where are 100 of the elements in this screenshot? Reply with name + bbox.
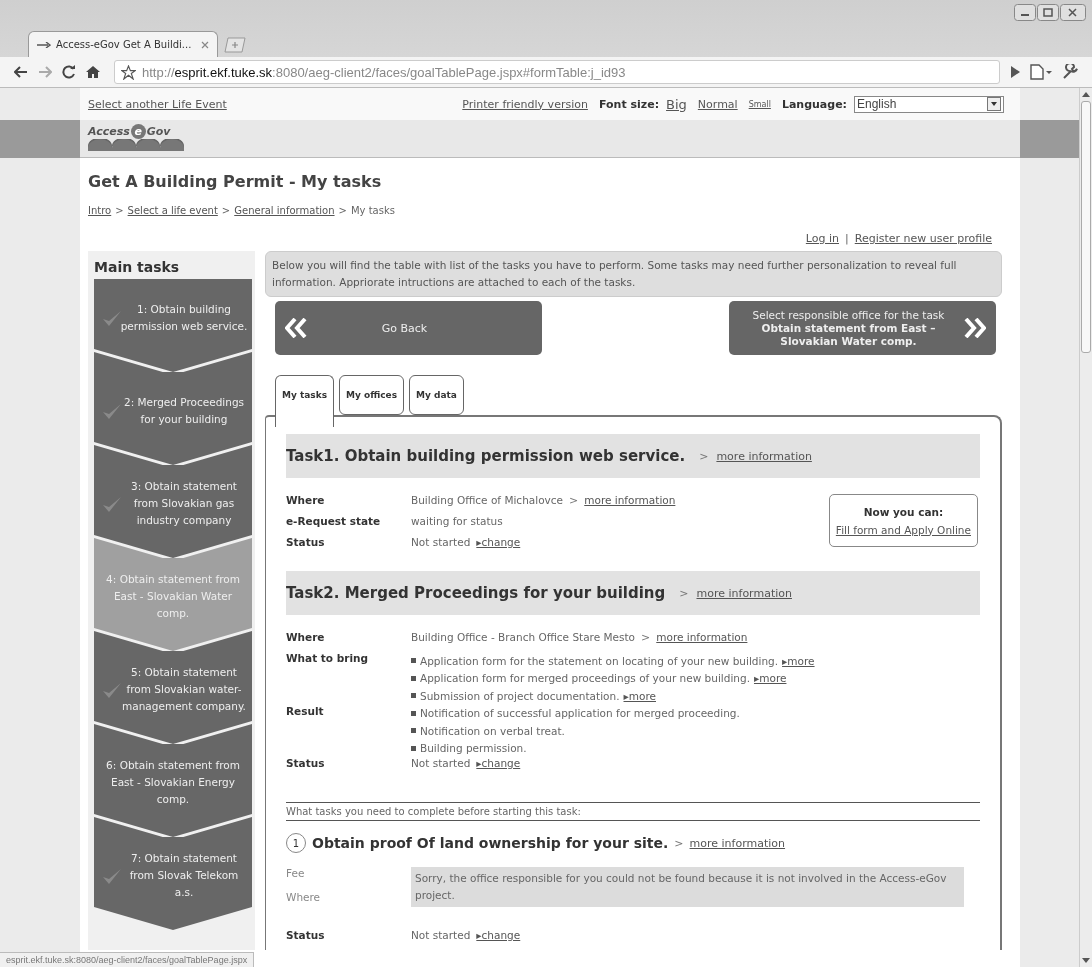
- sidebar-title: Main tasks: [94, 259, 181, 275]
- tab[interactable]: My data: [409, 375, 464, 415]
- printer-friendly-link[interactable]: Printer friendly version: [462, 97, 588, 111]
- breadcrumb-current: My tasks: [350, 205, 395, 216]
- list-item-text: Application form for the statement on locating of your new building.: [420, 654, 779, 667]
- more-link[interactable]: ▸more: [753, 672, 787, 685]
- task-step[interactable]: 2: Merged Proceedings for your building: [94, 372, 252, 465]
- link-marker: >: [569, 494, 579, 507]
- close-icon[interactable]: [201, 40, 209, 49]
- breadcrumb-separator: >: [221, 205, 231, 216]
- field-link[interactable]: more information: [584, 494, 676, 506]
- double-chevron-left-icon: [285, 318, 307, 338]
- status-url: esprit.ekf.tuke.sk:8080/aeg-client2/faces/goalTablePage.jspx: [0, 952, 255, 967]
- field-link[interactable]: ▸change: [476, 929, 521, 941]
- breadcrumb-separator: >: [338, 205, 347, 216]
- field-value: Not started: [411, 757, 471, 769]
- field-link[interactable]: ▸change: [476, 536, 521, 548]
- link-marker: >: [674, 836, 684, 850]
- bullet-icon: [411, 710, 416, 716]
- apply-online-link[interactable]: Fill form and Apply Online: [835, 523, 971, 536]
- browser-tab[interactable]: Access-eGov Get A Buildi...: [28, 31, 218, 57]
- list-item-text: Application form for merged proceedings of your new building.: [420, 672, 750, 685]
- task-step[interactable]: 1: Obtain building permission web service.: [94, 279, 252, 372]
- star-icon[interactable]: [121, 64, 136, 80]
- font-size-link[interactable]: Normal: [697, 97, 738, 111]
- more-information-link[interactable]: more information: [716, 449, 812, 463]
- field-value: Building Office of Michalovce: [411, 494, 563, 506]
- field-link[interactable]: ▸change: [476, 757, 521, 769]
- prerequisite-title: Obtain proof Of land ownership for your site.: [312, 835, 669, 851]
- link-separator: |: [845, 232, 849, 245]
- life-event-link[interactable]: Select another Life Event: [88, 97, 227, 111]
- field-label: Where: [286, 631, 326, 645]
- task-step[interactable]: 3: Obtain statement from Slovakian gas industry company: [94, 465, 252, 558]
- list-item-text: Building permission.: [420, 742, 527, 755]
- list-item-text: Submission of project documentation.: [420, 689, 620, 702]
- tab[interactable]: My tasks: [275, 375, 335, 427]
- breadcrumb-link[interactable]: General information: [234, 205, 335, 216]
- field-label: Fee: [286, 867, 306, 879]
- field-label: Where: [286, 494, 326, 508]
- reload-icon[interactable]: [62, 65, 76, 79]
- more-link[interactable]: ▸more: [782, 654, 815, 667]
- font-size-link[interactable]: Big: [666, 96, 687, 112]
- home-icon[interactable]: [86, 65, 100, 79]
- checkmark-icon: [102, 495, 122, 513]
- field-label: What to bring: [286, 652, 369, 666]
- language-select[interactable]: English: [854, 95, 1004, 113]
- field-label: Status: [286, 929, 326, 943]
- breadcrumb-link[interactable]: Select a life event: [127, 205, 218, 216]
- action-box-title: Now you can:: [863, 505, 944, 518]
- bullet-icon: [411, 745, 416, 751]
- go-back-button[interactable]: Go Back: [275, 301, 542, 355]
- more-information-link[interactable]: more information: [696, 586, 792, 600]
- font-size-link[interactable]: Small: [748, 99, 771, 109]
- scrollbar-thumb[interactable]: [1081, 101, 1091, 353]
- link-marker: >: [679, 586, 689, 600]
- address-field[interactable]: http://esprit.ekf.tuke.sk:8080/aeg-client2/faces/goalTablePage.jspx#formTable:j_id93: [114, 60, 1000, 84]
- breadcrumb-link[interactable]: Intro: [88, 205, 112, 216]
- list-item-text: Notification of successful application for merged proceeding.: [420, 707, 740, 720]
- more-link[interactable]: ▸more: [623, 689, 656, 702]
- back-icon[interactable]: [14, 66, 28, 78]
- minimize-icon[interactable]: [1014, 4, 1036, 21]
- field-value: Building Office - Branch Office Stare Mesto: [411, 631, 636, 643]
- field-label: Status: [286, 757, 326, 771]
- user-link[interactable]: Register new user profile: [854, 232, 992, 245]
- play-icon[interactable]: [1010, 66, 1020, 78]
- breadcrumb-separator: >: [115, 205, 124, 216]
- checkmark-icon: [102, 681, 122, 699]
- bullet-icon: [411, 728, 416, 734]
- checkmark-icon: [102, 402, 122, 420]
- field-value: Not started: [411, 536, 471, 548]
- task-title: Task2. Merged Proceedings for your building: [286, 584, 666, 602]
- logo: Access e Gov: [88, 124, 184, 151]
- maximize-icon[interactable]: [1037, 4, 1059, 21]
- arrow-favicon-icon: [37, 41, 51, 48]
- field-link[interactable]: more information: [656, 631, 748, 643]
- page-menu-icon[interactable]: [1030, 64, 1052, 80]
- task-step[interactable]: 5: Obtain statement from Slovakian water-management company.: [94, 651, 252, 744]
- field-label: e-Request state: [286, 515, 382, 529]
- font-size-label: Font size:: [598, 97, 660, 111]
- task-step[interactable]: 7: Obtain statement from Slovak Telekom a.s.: [94, 837, 252, 930]
- field-value: Not started: [411, 929, 471, 941]
- task-step[interactable]: 6: Obtain statement from East - Slovakian Energy comp.: [94, 744, 252, 837]
- checkmark-icon: [102, 309, 122, 327]
- dropdown-icon[interactable]: [987, 97, 1001, 111]
- tab[interactable]: My offices: [339, 375, 404, 415]
- bullet-icon: [411, 675, 416, 681]
- list-item-text: Notification on verbal treat.: [420, 724, 565, 737]
- close-icon[interactable]: [1060, 4, 1086, 21]
- prerequisites-heading: What tasks you need to complete before starting this task:: [286, 802, 980, 821]
- link-marker: >: [641, 631, 651, 644]
- scroll-up-icon[interactable]: [1082, 92, 1090, 97]
- scrollbar[interactable]: [1079, 88, 1092, 967]
- scroll-down-icon[interactable]: [1082, 958, 1090, 963]
- user-link[interactable]: Log in: [805, 232, 839, 245]
- link-marker: >: [699, 449, 709, 463]
- more-information-link[interactable]: more information: [689, 836, 786, 850]
- language-label: Language:: [781, 97, 847, 111]
- next-task-button[interactable]: Select responsible office for the task Obtain statement from East – Slovakian Water comp.: [729, 301, 996, 355]
- info-message: Below you will find the table with list of the tasks you have to perform. Some tasks may need further personalization to reveal full information. Appriorate intructions are attached to each of the tasks.: [265, 251, 1002, 297]
- page-title: Get A Building Permit - My tasks: [88, 172, 383, 191]
